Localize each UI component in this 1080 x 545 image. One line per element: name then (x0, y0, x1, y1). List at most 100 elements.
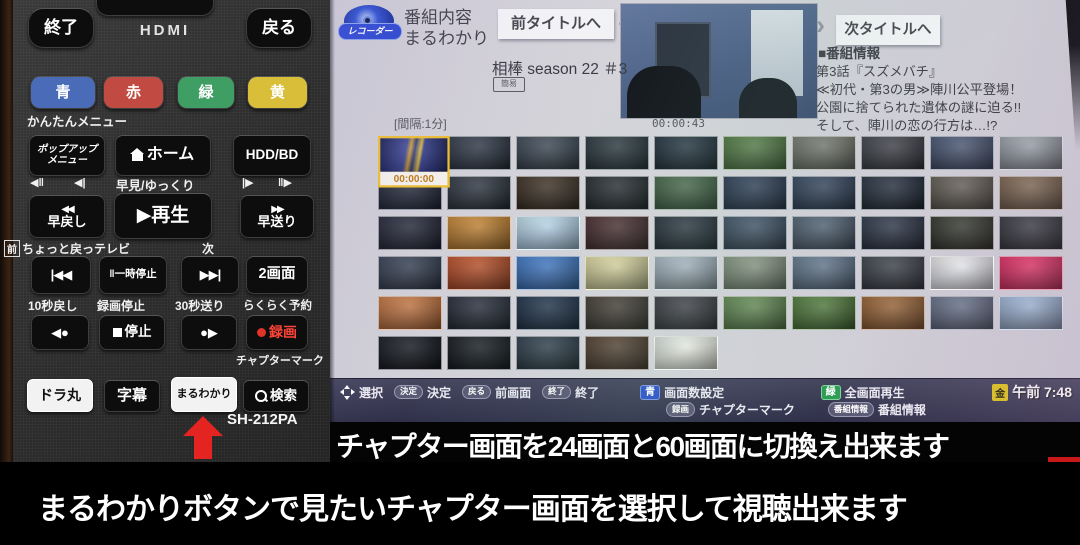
hayami-label: 早見/ゆっくり (116, 175, 194, 194)
chapter-thumbnail[interactable] (723, 136, 787, 170)
chapter-thumbnail[interactable] (654, 136, 718, 170)
chapter-thumbnail[interactable] (654, 256, 718, 290)
chapter-thumbnail[interactable] (447, 136, 511, 170)
help-item-前画面: 戻る前画面 (462, 384, 531, 401)
fast-forward-button[interactable]: ▶▶ 早送り (240, 195, 314, 238)
chapter-thumbnail[interactable] (861, 216, 925, 250)
fast-forward-label: ▶▶ 早送り (257, 205, 296, 229)
chapter-thumbnail[interactable] (378, 336, 442, 370)
chapter-thumbnail[interactable] (378, 256, 442, 290)
chapter-thumbnail[interactable] (516, 296, 580, 330)
popup-menu-label: ポップアップ メニュー (37, 145, 97, 167)
chapter-thumbnail[interactable] (999, 256, 1063, 290)
chapter-thumbnail[interactable] (999, 296, 1063, 330)
marker-back-button[interactable]: ◀● (31, 315, 89, 350)
rewind-button[interactable]: ◀◀ 早戻し (29, 195, 105, 238)
hdd-bd-button[interactable]: HDD/BD (233, 135, 311, 176)
chapter-thumbnail[interactable] (930, 256, 994, 290)
record-button[interactable]: 録画 (246, 315, 308, 350)
dora-maru-button[interactable]: ドラ丸 (27, 379, 93, 412)
stop-button[interactable]: 停止 (99, 315, 165, 350)
home-button[interactable]: ホーム (115, 135, 211, 176)
help-item-画面数設定: 青画面数設定 (640, 384, 724, 401)
chapter-thumbnail[interactable] (723, 296, 787, 330)
chapter-thumbnail[interactable] (654, 296, 718, 330)
search-button[interactable]: 検索 (243, 380, 309, 412)
program-info-line: 公園に捨てられた遺体の謎に迫る!! (816, 97, 1021, 116)
chapter-thumbnail[interactable] (516, 216, 580, 250)
chapter-thumbnail[interactable] (585, 176, 649, 210)
chapter-thumbnail[interactable] (516, 176, 580, 210)
chapter-thumbnail[interactable] (792, 216, 856, 250)
chapter-thumbnail[interactable] (792, 256, 856, 290)
chapter-thumbnail[interactable] (792, 136, 856, 170)
chapter-thumbnail[interactable] (654, 336, 718, 370)
chapter-thumbnail[interactable] (861, 296, 925, 330)
chapter-thumbnail[interactable] (930, 296, 994, 330)
help-item-終了: 終了終了 (542, 384, 599, 401)
tsugi-label: 次 (202, 240, 214, 257)
program-title: 相棒 season 22 ＃3 (492, 57, 627, 79)
chapter-thumbnail[interactable] (585, 216, 649, 250)
chapter-thumbnail[interactable] (723, 216, 787, 250)
kantan-menu-label: かんたんメニュー (27, 111, 127, 130)
popup-menu-button[interactable]: ポップアップ メニュー (29, 135, 105, 176)
chapter-thumbnail[interactable] (585, 256, 649, 290)
chapter-thumbnail[interactable] (447, 296, 511, 330)
skip-forward-button[interactable]: ▶▶| (181, 256, 239, 294)
chapter-thumbnail[interactable] (930, 136, 994, 170)
chapter-thumbnail[interactable] (723, 176, 787, 210)
chapter-thumbnail[interactable] (516, 136, 580, 170)
chapter-thumbnail[interactable] (861, 176, 925, 210)
chapter-thumbnail[interactable] (585, 336, 649, 370)
chapter-thumbnail[interactable]: 00:00:00 (378, 136, 450, 174)
blue-button[interactable]: 青 (30, 76, 96, 109)
chevron-right-icon: › (816, 12, 825, 39)
next-title-button[interactable]: 次タイトルへ (836, 15, 940, 45)
chapter-thumbnail[interactable] (654, 176, 718, 210)
remote-top-cut-button[interactable] (96, 0, 214, 16)
chapter-thumbnail[interactable] (999, 176, 1063, 210)
chotto-modoshi-label: 前ちょっと戻っテレビ (4, 240, 130, 257)
yellow-button[interactable]: 黄 (247, 76, 308, 109)
chapter-thumbnail[interactable] (447, 256, 511, 290)
chapter-thumbnail[interactable] (585, 296, 649, 330)
exit-button[interactable]: 終了 (28, 8, 94, 48)
help-item-決定: 決定決定 (394, 384, 451, 401)
chapter-thumbnail[interactable] (999, 216, 1063, 250)
home-icon (132, 154, 143, 161)
chapter-thumbnail[interactable] (378, 216, 442, 250)
help-item-番組情報: 番組情報番組情報 (828, 401, 926, 418)
two-screen-button[interactable]: 2画面 (246, 256, 308, 294)
play-button[interactable]: ▶再生 (114, 193, 212, 239)
skip-back-button[interactable]: |◀◀ (31, 256, 91, 294)
red-button[interactable]: 赤 (103, 76, 164, 109)
chapter-thumbnail[interactable] (516, 336, 580, 370)
maruwakari-button[interactable]: まるわかり (171, 377, 237, 412)
chapter-thumbnail[interactable] (930, 176, 994, 210)
chapter-thumbnail[interactable] (585, 136, 649, 170)
chapter-thumbnail[interactable] (792, 176, 856, 210)
chapter-thumbnail[interactable] (930, 216, 994, 250)
chapter-thumbnail[interactable] (447, 216, 511, 250)
marker-forward-button[interactable]: ●▶ (181, 315, 237, 350)
chapter-thumbnail[interactable] (723, 256, 787, 290)
chapter-thumbnail[interactable] (447, 176, 511, 210)
subtitle-button[interactable]: 字幕 (104, 380, 160, 412)
fast-forward-icon: ▶▶ (271, 205, 282, 214)
chapter-thumbnail[interactable] (861, 256, 925, 290)
chapter-thumbnail[interactable] (792, 296, 856, 330)
chapter-thumbnail[interactable] (378, 296, 442, 330)
prev-title-button[interactable]: 前タイトルへ (498, 9, 614, 39)
chapter-thumbnail[interactable] (861, 136, 925, 170)
chapter-thumbnail[interactable] (516, 256, 580, 290)
back-button[interactable]: 戻る (246, 8, 312, 48)
chapter-thumbnail[interactable] (654, 216, 718, 250)
pause-button[interactable]: ‖一時停止 (99, 256, 167, 294)
slow-reverse-icon: ◀‖ (30, 176, 44, 189)
chapter-thumbnail[interactable] (447, 336, 511, 370)
green-button[interactable]: 緑 (177, 76, 235, 109)
program-info-header: ■番組情報 (818, 42, 880, 62)
chapter-thumbnail[interactable] (999, 136, 1063, 170)
program-info-line: そして、陣川の恋の行方は…!? (816, 115, 997, 134)
